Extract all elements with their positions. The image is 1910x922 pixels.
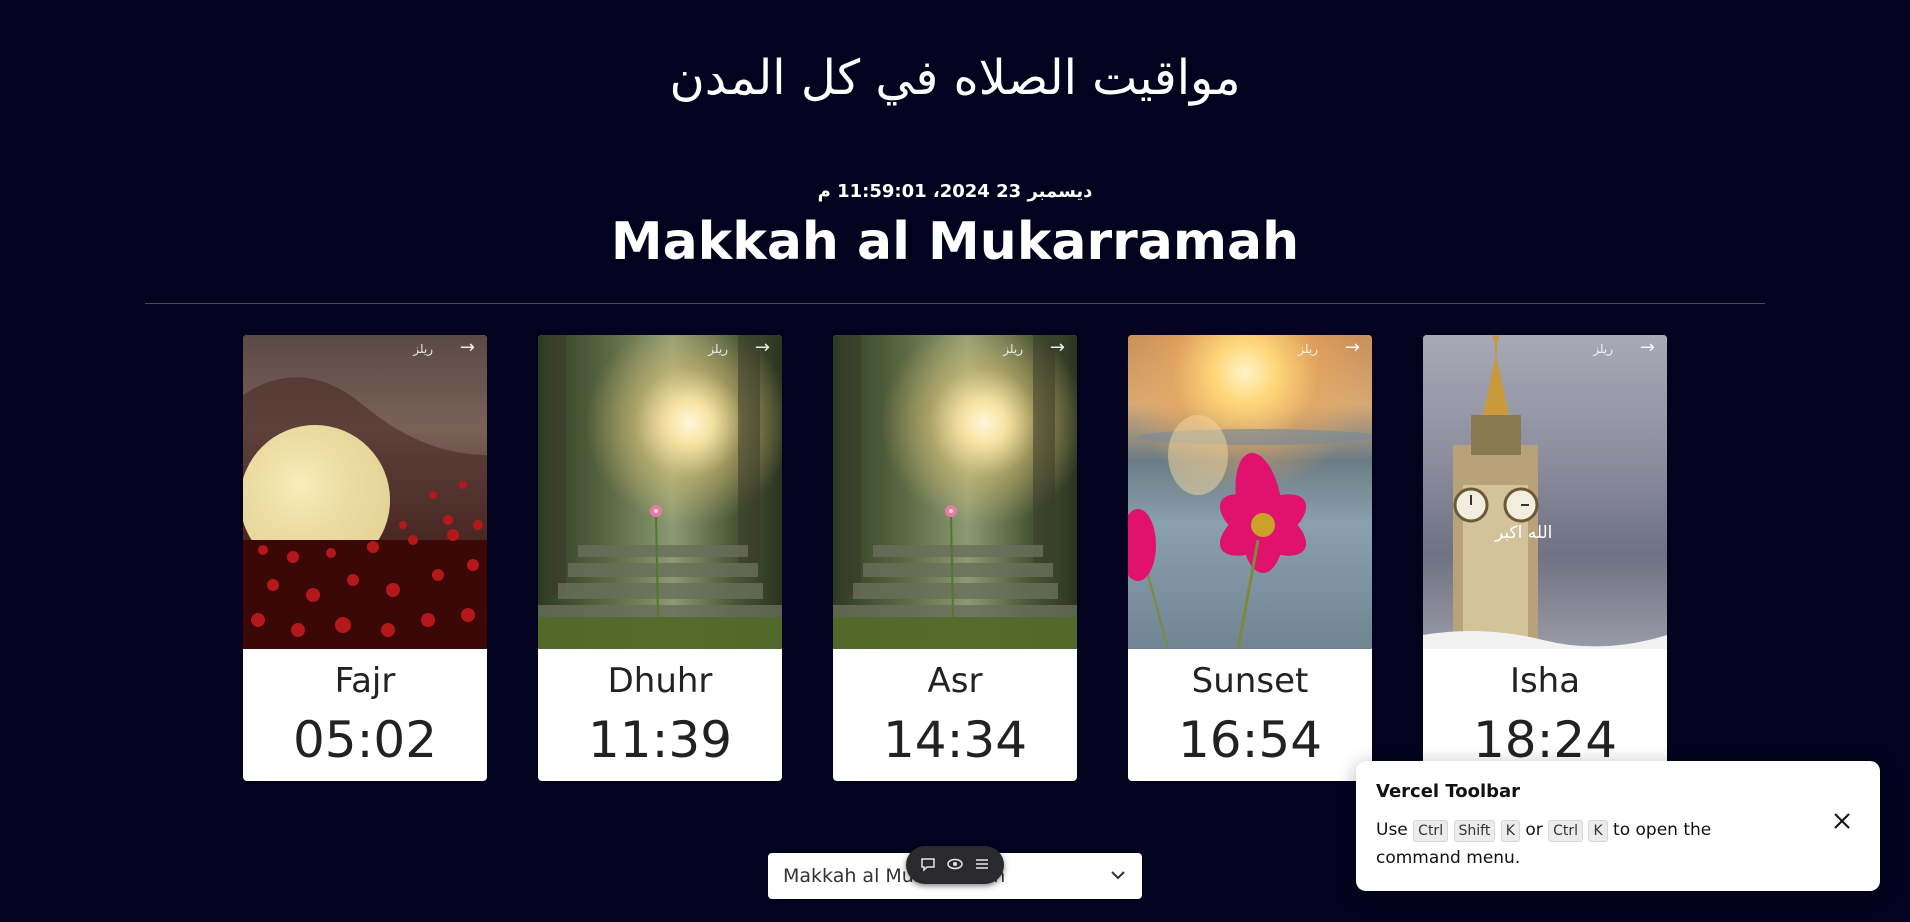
toast-text: or	[1525, 820, 1543, 840]
toast-message: Use Ctrl Shift K or Ctrl K to open the c…	[1376, 816, 1756, 872]
kbd-k: K	[1588, 820, 1608, 842]
kbd-k: K	[1500, 820, 1520, 842]
prayer-name: Isha	[1509, 661, 1581, 701]
prayer-video-dhuhr[interactable]: ريلز →	[538, 335, 782, 649]
current-datetime: ديسمبر 23 2024، 11:59:01 م	[817, 181, 1093, 202]
takbir-overlay-text: الله اكبر	[1495, 523, 1553, 543]
arrow-right-icon[interactable]: →	[1050, 337, 1065, 358]
prayer-time: 14:34	[882, 711, 1028, 769]
close-icon[interactable]	[1832, 811, 1852, 837]
eye-icon[interactable]	[947, 856, 963, 875]
kbd-ctrl: Ctrl	[1548, 820, 1584, 842]
prayer-name: Dhuhr	[607, 661, 713, 701]
prayer-video-isha[interactable]: ريلز → الله اكبر	[1423, 335, 1667, 649]
prayer-time: 05:02	[292, 711, 438, 769]
prayer-card-sunset: ريلز → Sunset 16:54	[1128, 335, 1372, 781]
city-name: Makkah al Mukarramah	[610, 212, 1300, 272]
toast-title: Vercel Toolbar	[1376, 781, 1521, 802]
comment-icon[interactable]	[920, 856, 936, 875]
prayer-name: Fajr	[334, 661, 396, 701]
arrow-right-icon[interactable]: →	[1345, 337, 1360, 358]
watermark-text: ريلز	[413, 342, 433, 356]
chevron-down-icon[interactable]	[1110, 853, 1126, 917]
prayer-video-sunset[interactable]: ريلز →	[1128, 335, 1372, 649]
prayer-video-fajr[interactable]: ريلز →	[243, 335, 487, 649]
toolbar-pill	[906, 846, 1004, 884]
prayer-time: 18:24	[1472, 711, 1618, 769]
prayer-name: Asr	[927, 661, 983, 701]
watermark-text: ريلز	[1003, 342, 1023, 356]
prayer-name: Sunset	[1191, 661, 1309, 701]
pink-flower-illustration	[1128, 415, 1372, 649]
kbd-shift: Shift	[1453, 820, 1496, 842]
arrow-right-icon[interactable]: →	[1640, 337, 1655, 358]
prayer-video-asr[interactable]: ريلز →	[833, 335, 1077, 649]
watermark-text: ريلز	[1593, 342, 1613, 356]
page-title: مواقيت الصلاه في كل المدن	[669, 50, 1241, 106]
toast-text: Use	[1376, 820, 1408, 840]
forest-stairs-illustration	[833, 335, 1077, 649]
watermark-text: ريلز	[708, 342, 728, 356]
vercel-toolbar-toast: Vercel Toolbar Use Ctrl Shift K or Ctrl …	[1356, 761, 1880, 891]
clock-tower-illustration	[1423, 335, 1667, 649]
forest-stairs-illustration	[538, 335, 782, 649]
prayer-cards: ريلز → Fajr 05:02 ريلز → Dhuhr 11:39 ريل…	[243, 335, 1667, 781]
moon-field-illustration	[243, 377, 487, 649]
watermark-text: ريلز	[1298, 342, 1318, 356]
prayer-card-asr: ريلز → Asr 14:34	[833, 335, 1077, 781]
arrow-right-icon[interactable]: →	[460, 337, 475, 358]
arrow-right-icon[interactable]: →	[755, 337, 770, 358]
prayer-time: 11:39	[587, 711, 733, 769]
kbd-ctrl: Ctrl	[1413, 820, 1449, 842]
prayer-time: 16:54	[1177, 711, 1323, 769]
page: مواقيت الصلاه في كل المدن ديسمبر 23 2024…	[0, 0, 1910, 922]
prayer-card-dhuhr: ريلز → Dhuhr 11:39	[538, 335, 782, 781]
menu-icon[interactable]	[974, 856, 990, 875]
prayer-card-isha: ريلز → الله اكبر Isha 18:24	[1423, 335, 1667, 781]
prayer-card-fajr: ريلز → Fajr 05:02	[243, 335, 487, 781]
divider	[145, 303, 1765, 304]
